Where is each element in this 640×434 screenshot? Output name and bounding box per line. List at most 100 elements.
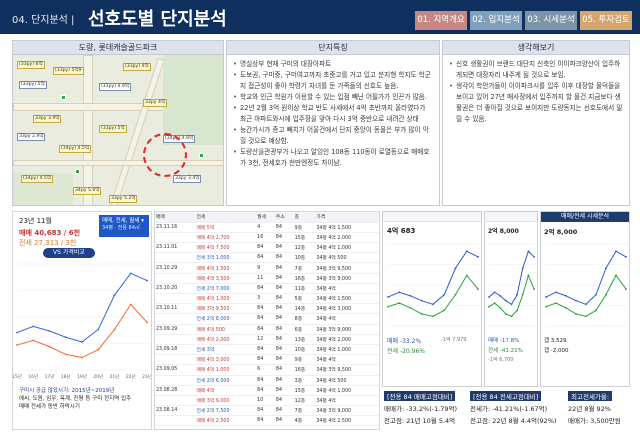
table-row[interactable]: 23.10.11 매매 3억 9,500 84 84 14층 34평 4억 3,000 — [155, 303, 379, 315]
table-row[interactable]: 전세 3억 1,000 84 84 10층 34평 4억 500 — [155, 252, 379, 264]
table-cell: 84 — [274, 232, 294, 244]
map-marker-label[interactable]: (34py) 4.5억 — [21, 175, 54, 183]
table-row[interactable]: 23.09.29 매매 4억 500 84 84 6층 34평 3억 9,000 — [155, 324, 379, 335]
data-point — [499, 307, 502, 309]
table-row[interactable]: 매매 4억 3,000 84 84 9층 34평 4억 — [155, 354, 379, 366]
vs-compare-button[interactable]: VS 가격비교 — [43, 248, 95, 258]
table-cell: 9 — [256, 262, 275, 274]
table-cell: 매매 4억 2,700 — [195, 232, 257, 244]
table-cell: 34평 4억 1,000 — [315, 344, 379, 356]
sale-chart-screenshot: 4억 683 매매 -33.2% 전세 -20.96% -1억 7,979 — [382, 211, 482, 387]
map-marker-label[interactable]: 33py 4억 — [143, 99, 168, 107]
map-marker-label[interactable]: 34py 5.6억 — [73, 187, 102, 195]
map-marker-label[interactable]: 33py 5.2억 — [109, 195, 138, 203]
data-point — [48, 345, 51, 348]
tab-price[interactable]: 03. 시세분석 — [525, 11, 577, 30]
table-row[interactable]: 전세 2억 6,000 84 84 3층 34평 4억 500 — [155, 375, 379, 386]
table-row[interactable]: 매매 4억 3,500 11 84 16층 34평 3억 9,000 — [155, 273, 379, 284]
data-point — [493, 291, 496, 294]
screenshot-toolbar — [383, 212, 481, 222]
map-marker-label[interactable]: 33py 3.9억 — [33, 115, 62, 123]
data-point — [533, 288, 535, 290]
table-row[interactable]: 매매 4억 1,000 3 84 5층 34평 4억 1,500 — [155, 293, 379, 305]
table-row[interactable]: 23.11.01 매매 4억 7,500 84 84 12층 34평 4억 1,000 — [155, 242, 379, 254]
tab-investment[interactable]: 05. 투자검토 — [580, 11, 632, 30]
table-cell: 23.10.11 — [155, 303, 196, 315]
feature-item: 22년 2월 3억 원이상 학교 반도 사세에서 4억 초반까지 올라였다가 최… — [233, 103, 433, 125]
tab-location[interactable]: 02. 입지분석 — [470, 11, 522, 30]
header-bar: 04. 단지분석 | 선호도별 단지분석 01. 지역개요 02. 입지분석 0… — [0, 0, 640, 34]
table-cell: 3층 — [293, 375, 316, 386]
table-row[interactable]: 매매 4억 2,000 12 84 13층 34평 4억 2,000 — [155, 334, 379, 345]
table-cell: 34평 4억 — [315, 283, 379, 295]
tab-region[interactable]: 01. 지역개요 — [415, 11, 467, 30]
data-point — [575, 313, 577, 315]
map-marker-label[interactable]: (34py) 4.5억 — [59, 145, 92, 153]
note3-b: 매매가: 3,500만원 — [568, 417, 621, 425]
map-view[interactable]: (33py) 6억 (33py) 5억 (33py) 5억9 (31py) 4.… — [13, 55, 223, 205]
map-marker-label[interactable]: 33py 2.9억 — [17, 133, 46, 141]
map-marker-label[interactable]: (33py) 5억 — [99, 125, 127, 133]
table-row[interactable]: 전세 2억 8,000 84 84 8층 34평 4억 — [155, 313, 379, 325]
x-tick-label: 16년 — [28, 373, 38, 380]
table-cell: 84 — [274, 252, 294, 264]
table-row[interactable]: 23.08.14 전세 2억 7,500 84 84 7층 34평 3억 9,000 — [155, 405, 379, 417]
data-point — [545, 296, 547, 298]
table-cell — [155, 395, 196, 407]
table-row[interactable]: 23.09.05 매매 4억 1,000 6 84 16층 34평 3억 9,500 — [155, 364, 379, 376]
table-cell: 6 — [256, 364, 275, 376]
table-row[interactable]: 매매 4억 2,500 84 84 4층 34평 4억 2,500 — [155, 415, 379, 427]
table-row[interactable]: 23.10.29 매매 4억 1,500 9 84 7층 34평 3억 9,500 — [155, 262, 379, 274]
col-header[interactable]: 매매 — [155, 212, 196, 223]
note1-head: [전용 84 매매고점대비] — [384, 391, 456, 401]
features-panel: 단지특징 명실상부 현재 구미의 대장아파트 도보권, 구미중, 구미여고까지 … — [226, 40, 440, 206]
table-row[interactable]: 매매 3억 9,000 10 84 12층 34평 4억 — [155, 395, 379, 407]
table-cell: 8층 — [293, 313, 316, 325]
table-row[interactable]: 23.11.16 매매 5억 4 84 9층 34평 4억 1,500 — [155, 222, 379, 233]
table-cell: 매매 4억 — [195, 385, 257, 396]
deal-type-box[interactable]: 매매, 전세, 월세 ▾ 34평 · 전용 84㎡ — [99, 215, 149, 237]
table-cell — [155, 375, 196, 386]
table-cell: 9층 — [293, 222, 316, 233]
col-header[interactable]: 전세 — [195, 212, 257, 223]
table-row[interactable]: 23.09.18 전세 3억 84 84 10층 34평 4억 1,000 — [155, 344, 379, 356]
data-point — [510, 315, 513, 318]
shot1-chart — [387, 243, 480, 327]
table-cell: 84 — [274, 334, 294, 345]
table-cell: 84 — [274, 415, 294, 427]
series-line-1 — [16, 303, 148, 359]
table-row[interactable]: 매매 4억 2,700 16 84 15층 34평 4억 2,000 — [155, 232, 379, 244]
school-marker-icon — [199, 153, 204, 158]
table-cell: 매매 3억 9,000 — [195, 395, 257, 407]
map-marker-label[interactable]: (33py) 5억9 — [53, 67, 84, 75]
data-point — [420, 313, 423, 315]
map-marker-label[interactable]: (33py) 6억 — [17, 61, 45, 69]
table-cell: 84 — [274, 364, 294, 376]
table-cell: 13층 — [293, 334, 316, 345]
table-cell: 전세 2억 7,000 — [195, 283, 257, 295]
col-header: 층 — [293, 212, 316, 223]
table-cell: 10 — [256, 395, 275, 407]
table-cell: 전세 2억 8,000 — [195, 313, 257, 325]
shot3-title: 매매/전세 시세분석 — [541, 212, 629, 222]
table-cell: 84 — [274, 324, 294, 335]
table-cell: 84 — [274, 313, 294, 325]
table-cell: 84 — [256, 324, 275, 335]
col-header: 가격 — [315, 212, 379, 223]
road — [13, 160, 223, 166]
sale-price-label: 매매 40,683 / 6천 — [19, 229, 81, 237]
data-point — [97, 348, 100, 351]
data-point — [625, 255, 627, 258]
table-cell: 84 — [256, 252, 275, 264]
map-marker-label[interactable]: 33py 3.4억 — [173, 175, 202, 183]
data-point — [488, 305, 490, 308]
thought-item: 생각이 학안가들이 이이파크시를 입주 이후 대장할 물덕들을 보이고 있어 2… — [449, 81, 623, 125]
table-row[interactable]: 23.08.28 매매 4억 84 84 15층 34평 4억 1,000 — [155, 385, 379, 396]
map-marker-label[interactable]: (31py) 4.9억 — [99, 83, 132, 91]
col-header[interactable]: 월세 — [256, 212, 275, 223]
table-cell: 23.11.16 — [155, 222, 196, 233]
table-cell: 34평 3억 9,000 — [315, 273, 379, 284]
map-marker-label[interactable]: (33py) 5억 — [19, 81, 47, 89]
map-marker-label[interactable]: (33py) 4억 — [123, 63, 151, 71]
table-row[interactable]: 23.10.20 전세 2억 7,000 84 84 11층 34평 4억 — [155, 283, 379, 295]
